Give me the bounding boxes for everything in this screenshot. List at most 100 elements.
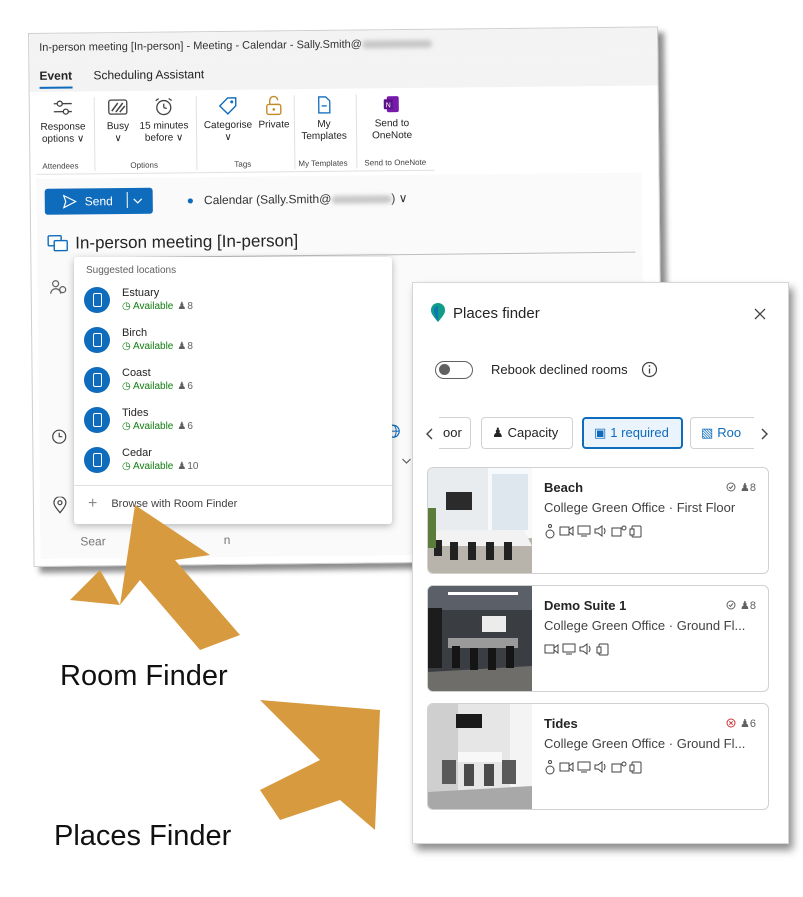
location-name: Tides: [122, 407, 149, 419]
send-button[interactable]: Send: [44, 187, 153, 215]
filter-chip-floor[interactable]: oor: [439, 417, 471, 449]
calendar-selector[interactable]: ● Calendar (Sally.Smith@) ∨: [187, 191, 408, 207]
tab-scheduling-assistant[interactable]: Scheduling Assistant: [93, 67, 204, 82]
reminder-button[interactable]: 15 minutes before ∨: [136, 96, 192, 145]
suggested-locations-header: Suggested locations: [86, 265, 177, 276]
room-capacity: 8: [749, 482, 756, 494]
teams-icon: [611, 761, 627, 773]
response-options-label: Response: [40, 121, 86, 133]
room-photo: [428, 468, 532, 573]
capacity-value: 8: [187, 341, 193, 352]
my-templates-label-2: Templates: [301, 130, 347, 143]
available-check-icon: [726, 600, 736, 610]
my-templates-button[interactable]: My Templates: [296, 95, 352, 144]
svg-text:N: N: [386, 102, 391, 109]
video-camera-icon: [559, 762, 574, 772]
filter-chip-room[interactable]: ▧ Roo: [690, 417, 754, 449]
send-to-onenote-button[interactable]: N Send to OneNote: [362, 94, 422, 143]
chevron-down-icon[interactable]: [133, 197, 143, 205]
room-location: College Green Office · Ground Fl...: [544, 736, 746, 751]
location-name: Birch: [122, 327, 148, 339]
chevron-right-icon[interactable]: [759, 427, 769, 441]
template-icon: [318, 96, 331, 114]
chevron-down-icon[interactable]: [401, 457, 411, 465]
availability-label: Available: [132, 461, 174, 472]
window-title: In-person meeting [In-person] - Meeting …: [39, 38, 362, 54]
chevron-left-icon[interactable]: [425, 427, 435, 441]
room-icon: [84, 407, 110, 433]
private-button[interactable]: Private: [256, 95, 292, 131]
dropdown-divider: [74, 485, 392, 486]
categorise-button[interactable]: Categorise ∨: [200, 96, 256, 145]
room-icon: [84, 367, 110, 393]
ribbon-tabs: Event Scheduling Assistant: [29, 55, 658, 92]
group-my-templates: My Templates: [298, 158, 348, 169]
private-label: Private: [258, 119, 290, 131]
tab-event[interactable]: Event: [39, 69, 72, 83]
room-status: ♟8: [726, 599, 756, 612]
person-icon: ♟: [740, 718, 750, 730]
my-templates-label: My: [317, 118, 331, 130]
person-icon: ♟: [740, 482, 750, 494]
capacity-icon: ♟: [177, 381, 187, 392]
sliders-icon: [53, 100, 72, 115]
room-status: ♟6: [726, 717, 756, 730]
ribbon-separator: [93, 97, 96, 172]
room-card[interactable]: Tides ♟6 College Green Office · Ground F…: [427, 703, 769, 810]
send-onenote-label: Send to: [374, 118, 410, 130]
busy-status-icon: [108, 99, 128, 115]
room-amenities: [544, 643, 609, 656]
speaker-icon: [579, 643, 591, 655]
capacity-icon: ♟: [177, 461, 187, 472]
person-icon: ♟: [740, 600, 750, 612]
calendar-chevron: ) ∨: [391, 191, 408, 206]
room-chip-label: Roo: [717, 425, 742, 440]
filter-chip-capacity[interactable]: ♟ Capacity: [481, 417, 573, 449]
close-icon[interactable]: [753, 307, 767, 321]
location-status: ◷ Available ♟8: [122, 301, 193, 312]
rebook-toggle[interactable]: [435, 361, 473, 379]
group-options: Options: [130, 160, 159, 170]
send-icon: [62, 194, 77, 209]
room-amenities: [545, 760, 642, 775]
send-split-divider: [126, 191, 128, 208]
onenote-icon: N: [383, 96, 399, 113]
clock-icon: [52, 429, 67, 444]
places-finder-caption: Places Finder: [54, 820, 232, 852]
room-location: College Green Office · First Floor: [544, 500, 736, 515]
busy-button[interactable]: Busy ∨: [102, 97, 135, 145]
busy-chevron: ∨: [114, 133, 122, 145]
categorise-label: Categorise: [203, 119, 253, 132]
teams-icon: [611, 525, 627, 537]
location-name: Cedar: [122, 447, 152, 459]
location-status: ◷ Available ♟10: [122, 461, 199, 472]
info-icon[interactable]: [641, 361, 658, 378]
speaker-icon: [594, 525, 606, 537]
display-icon: [577, 525, 591, 537]
room-capacity: 6: [749, 718, 756, 730]
speaker-icon: [594, 761, 606, 773]
location-status: ◷ Available ♟8: [122, 341, 193, 352]
availability-label: Available: [132, 421, 174, 432]
alarm-clock-icon: [155, 97, 173, 116]
response-options-button[interactable]: Response options ∨: [38, 97, 88, 146]
meeting-subject[interactable]: In-person meeting [In-person]: [75, 231, 298, 253]
room-card[interactable]: Demo Suite 1 ♟8 College Green Office · G…: [427, 585, 769, 692]
room-name: Tides: [544, 716, 578, 731]
room-photo: [428, 704, 532, 809]
lock-icon: [266, 95, 282, 116]
availability-label: Available: [132, 301, 174, 312]
meeting-chat-icon: [47, 234, 68, 252]
capacity-value: 8: [187, 301, 193, 312]
calendar-label: Calendar (Sally.Smith@: [203, 191, 332, 208]
room-finder-arrow: [70, 505, 240, 650]
room-icon: [84, 287, 110, 313]
filter-chip-required[interactable]: ▣ 1 required: [582, 417, 683, 449]
capacity-value: 6: [187, 381, 193, 392]
room-icon: [84, 447, 110, 473]
room-card[interactable]: Beach ♟8 College Green Office · First Fl…: [427, 467, 769, 574]
ribbon-separator: [355, 94, 358, 169]
capacity-value: 10: [187, 461, 199, 472]
video-camera-icon: [544, 644, 559, 654]
group-attendees: Attendees: [42, 161, 79, 171]
